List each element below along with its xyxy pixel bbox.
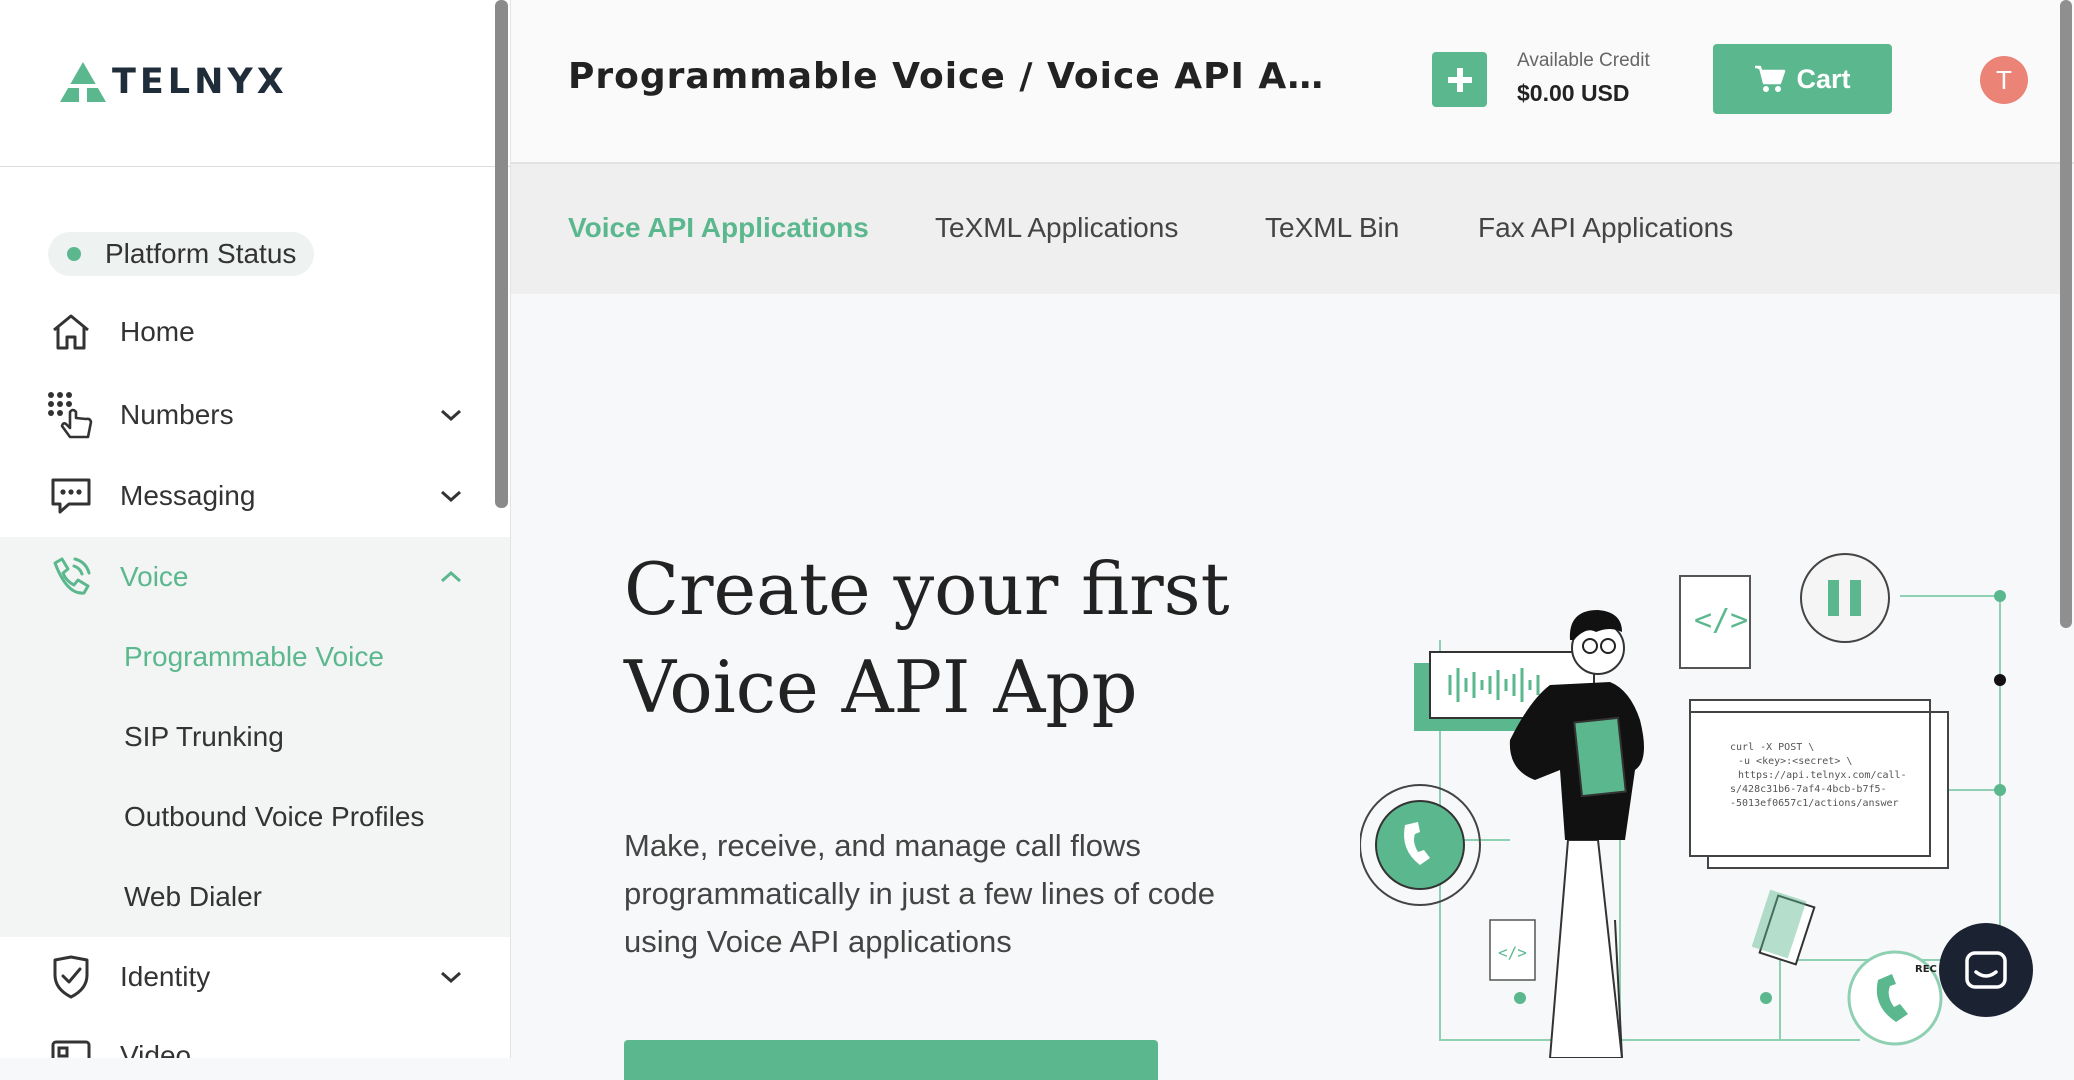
hero-description-line: programmatically in just a few lines of … [624, 876, 1215, 911]
logo-area: TELNYX [0, 0, 510, 167]
telnyx-logo-icon [60, 62, 106, 102]
logo-text: TELNYX [112, 62, 288, 102]
video-icon [46, 1031, 96, 1058]
main-scrollbar[interactable] [2060, 0, 2072, 628]
cart-icon [1755, 65, 1786, 92]
voice-api-illustration: </> curl -X POST \ -u <key>:<secret> \ h… [1360, 553, 2006, 1058]
avatar[interactable]: T [1980, 56, 2028, 104]
platform-status-pill[interactable]: Platform Status [48, 232, 314, 276]
tab-texml-bin[interactable]: TeXML Bin [1265, 212, 1399, 244]
hero-title: Create your first Voice API App [624, 540, 1230, 736]
page-title: Programmable Voice / Voice API Applica… [568, 56, 1328, 97]
sidebar-item-label: Video [120, 1040, 192, 1058]
phone-waves-icon [46, 552, 96, 602]
sidebar-item-label: Messaging [120, 480, 256, 511]
sidebar-item-numbers[interactable]: Numbers [0, 375, 510, 455]
chat-icon [1965, 951, 2007, 989]
available-credit-label: Available Credit [1517, 50, 1650, 71]
sidebar-subitem-programmable-voice[interactable]: Programmable Voice [124, 641, 384, 673]
dialpad-hand-icon [46, 390, 96, 440]
sidebar-item-messaging[interactable]: Messaging [0, 456, 510, 536]
sidebar-subitem-outbound-voice-profiles[interactable]: Outbound Voice Profiles [124, 801, 424, 833]
sidebar-item-label: Numbers [120, 399, 234, 430]
chat-widget-button[interactable] [1939, 923, 2033, 1017]
tab-voice-api-applications[interactable]: Voice API Applications [568, 212, 869, 244]
sidebar-scrollbar[interactable] [495, 0, 508, 508]
sidebar-subitem-web-dialer[interactable]: Web Dialer [124, 881, 262, 913]
available-credit-value: $0.00 USD [1517, 80, 1630, 106]
platform-status-label: Platform Status [105, 238, 297, 269]
hero-description: Make, receive, and manage call flows pro… [624, 822, 1274, 966]
chat-bubble-icon [46, 471, 96, 521]
hero-title-line: Voice API App [624, 645, 1138, 729]
rec-label: REC [1915, 964, 1937, 975]
cart-button[interactable]: Cart [1713, 44, 1892, 114]
home-icon [46, 307, 96, 357]
chevron-up-icon[interactable] [436, 562, 466, 592]
code-line: https://api.telnyx.com/call- [1738, 770, 1907, 781]
code-line: curl -X POST \ [1730, 742, 1814, 753]
chevron-down-icon[interactable] [436, 481, 466, 511]
svg-text:</>: </> [1498, 943, 1527, 962]
add-credit-button[interactable] [1432, 52, 1487, 107]
code-line: s/428c31b6-7af4-4bcb-b7f5- [1730, 784, 1887, 795]
create-app-button[interactable] [624, 1040, 1158, 1080]
code-line: -u <key>:<secret> \ [1738, 756, 1852, 767]
sidebar-item-voice[interactable]: Voice [0, 537, 510, 617]
sidebar-item-label: Identity [120, 961, 211, 992]
chevron-down-icon[interactable] [436, 962, 466, 992]
telnyx-logo[interactable]: TELNYX [58, 60, 288, 104]
tab-texml-applications[interactable]: TeXML Applications [935, 212, 1178, 244]
tab-bar: Voice API Applications TeXML Application… [511, 164, 2060, 294]
hero-description-line: Make, receive, and manage call flows [624, 828, 1141, 863]
plus-icon [1447, 67, 1472, 92]
sidebar-item-label: Voice [120, 561, 189, 592]
svg-text:</>: </> [1694, 603, 1748, 638]
pause-icon [1800, 553, 1890, 643]
sidebar: TELNYX Platform Status Home Numbers Mess… [0, 0, 511, 1058]
sidebar-item-label: Home [120, 316, 195, 347]
sidebar-item-home[interactable]: Home [0, 292, 510, 372]
status-dot-icon [67, 247, 81, 261]
sidebar-item-identity[interactable]: Identity [0, 937, 510, 1017]
code-line: -5013ef0657c1/actions/answer [1730, 798, 1899, 809]
hero-description-line: using Voice API applications [624, 924, 1012, 959]
hero-title-line: Create your first [624, 547, 1230, 631]
cart-label: Cart [1796, 63, 1851, 94]
chevron-down-icon[interactable] [436, 400, 466, 430]
tab-fax-api-applications[interactable]: Fax API Applications [1478, 212, 1733, 244]
top-header: Programmable Voice / Voice API Applica… … [511, 0, 2074, 164]
sidebar-subitem-sip-trunking[interactable]: SIP Trunking [124, 721, 284, 753]
sidebar-item-video[interactable]: Video [0, 1016, 510, 1058]
shield-check-icon [46, 952, 96, 1002]
